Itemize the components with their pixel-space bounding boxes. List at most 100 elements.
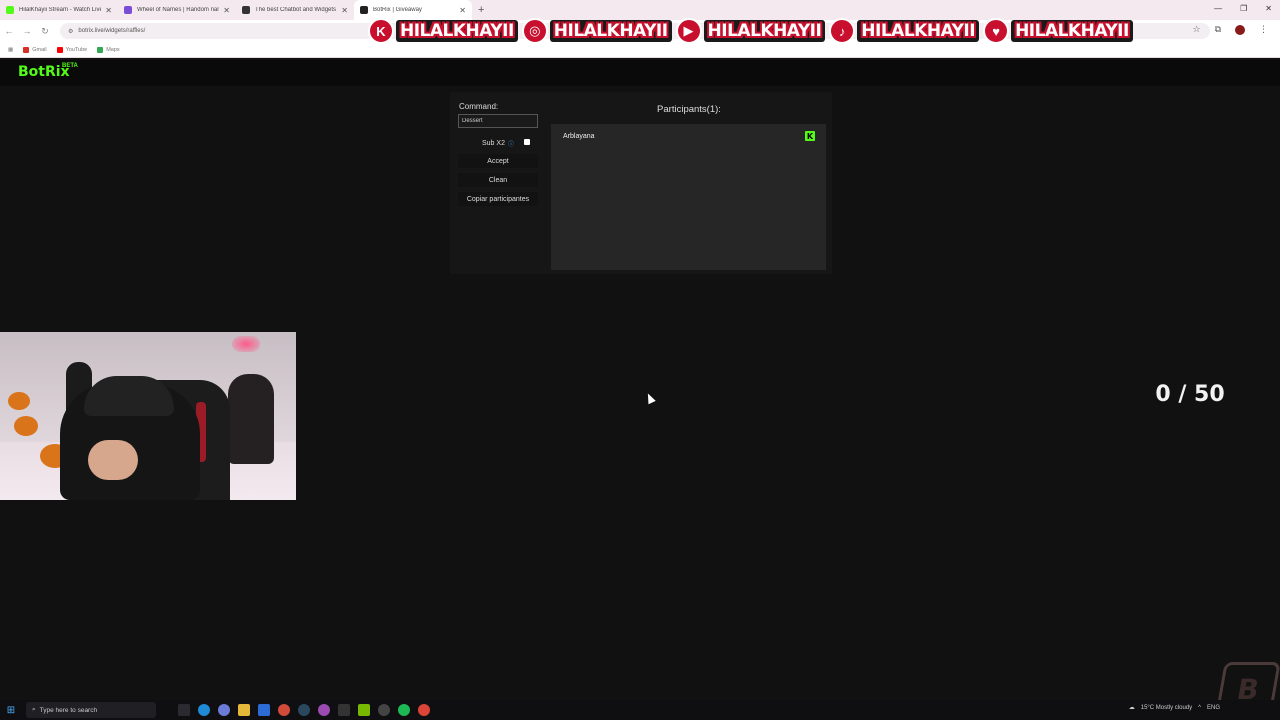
social-handle: HILALKHAYII (1011, 20, 1133, 42)
social-item-tiktok: ♪ HILALKHAYII (829, 18, 980, 44)
extensions-icon[interactable]: ⧉ (1215, 24, 1221, 35)
reload-icon[interactable]: ↻ (36, 26, 54, 37)
weather-icon[interactable]: ☁ (1129, 704, 1135, 711)
site-info-icon[interactable]: ⚙ (68, 28, 73, 35)
task-view-icon[interactable] (178, 704, 190, 716)
accept-button[interactable]: Accept (458, 154, 538, 168)
edge-icon[interactable] (198, 704, 210, 716)
restore-icon[interactable]: ❐ (1240, 4, 1247, 13)
start-icon[interactable]: ⊞ (0, 705, 22, 716)
back-icon[interactable]: ← (0, 26, 18, 36)
tab-label: Wheel of Names | Random name picker (137, 7, 219, 13)
instagram-icon: ◎ (521, 18, 548, 44)
youtube-icon (56, 46, 63, 53)
neon-sign (232, 336, 260, 352)
bookmark-star-icon[interactable]: ☆ (1192, 24, 1200, 35)
gmail-icon (23, 46, 30, 53)
profile-avatar[interactable] (1235, 24, 1245, 35)
youtube-icon: ▶ (675, 18, 702, 44)
file-explorer-icon[interactable] (238, 704, 250, 716)
sub-multiplier-label: Sub X2 (482, 139, 505, 147)
social-handle: HILALKHAYII (857, 20, 980, 42)
apps-icon[interactable]: ▦ (8, 47, 13, 53)
minimize-icon[interactable]: — (1214, 4, 1222, 13)
social-item-twitter: ♥ HILALKHAYII (983, 18, 1133, 44)
kick-icon: K (368, 18, 394, 44)
system-tray: ☁ 15°C Mostly cloudy ^ ENG (1129, 704, 1220, 712)
menu-icon[interactable]: ⋮ (1259, 24, 1268, 35)
social-item-youtube: ▶ HILALKHAYII (675, 18, 826, 44)
app-icon[interactable] (278, 704, 290, 716)
botrix-icon (242, 6, 250, 14)
search-placeholder: Type here to search (39, 706, 98, 714)
list-item[interactable]: Arblayana K (563, 130, 815, 142)
language-indicator[interactable]: ENG (1207, 705, 1220, 711)
tiktok-icon: ♪ (829, 18, 856, 44)
capcut-icon[interactable] (338, 704, 350, 716)
kick-icon: K (805, 131, 815, 141)
browser-tab[interactable]: HilalKhayii Stream - Watch Live ✕ (0, 0, 118, 20)
command-label: Command: (459, 102, 499, 111)
bookmark-label: Gmail (32, 46, 47, 53)
tab-label: BotRix | Giveaway (373, 7, 422, 13)
social-handles-banner: K HILALKHAYII ◎ HILALKHAYII ▶ HILALKHAYI… (368, 14, 1133, 48)
bookmark-youtube[interactable]: YouTube (56, 46, 88, 53)
social-handle: HILALKHAYII (396, 20, 518, 42)
beta-badge: BETA (62, 63, 78, 69)
spotify-icon[interactable] (398, 704, 410, 716)
site-header: BotRix BETA (0, 60, 1280, 86)
info-icon[interactable]: ⓘ (508, 139, 514, 148)
participants-list: Arblayana K (551, 124, 826, 270)
copy-participants-button[interactable]: Copiar participantes (458, 192, 538, 206)
taskbar-apps (178, 704, 430, 716)
bookmark-maps[interactable]: Maps (97, 46, 120, 53)
browser-tab[interactable]: The best Chatbot and Widgets ✕ (236, 0, 354, 20)
bookmark-gmail[interactable]: Gmail (23, 46, 47, 53)
chrome-icon[interactable] (418, 704, 430, 716)
taskbar: ⊞ ⌕ Type here to search ☁ 15°C Mostly cl… (0, 700, 1280, 720)
mouse-cursor (644, 391, 656, 405)
sub-multiplier-checkbox[interactable] (524, 139, 530, 145)
close-icon[interactable]: ✕ (341, 6, 348, 15)
window-controls: — ❐ ✕ (1214, 4, 1272, 13)
witch-decoration (228, 374, 274, 464)
maps-icon (97, 46, 104, 53)
command-input[interactable] (458, 114, 538, 128)
social-handle: HILALKHAYII (703, 20, 826, 42)
url-text: botrix.live/widgets/raffles/ (78, 28, 146, 34)
social-handle: HILALKHAYII (549, 20, 672, 42)
kick-icon (6, 6, 14, 14)
botrix-icon (360, 6, 368, 14)
tray-chevron-icon[interactable]: ^ (1198, 705, 1201, 711)
raffle-counter: 0 / 50 (1155, 382, 1225, 407)
streamer-hands (88, 440, 138, 480)
tab-label: HilalKhayii Stream - Watch Live (19, 7, 102, 13)
twitter-icon: ♥ (983, 18, 1010, 44)
pumpkin-decoration (8, 392, 30, 410)
close-icon[interactable]: ✕ (105, 6, 112, 15)
app-icon[interactable] (378, 704, 390, 716)
copilot-icon[interactable] (218, 704, 230, 716)
clean-button[interactable]: Clean (458, 173, 538, 187)
nvidia-icon[interactable] (358, 704, 370, 716)
streamer-cap (84, 376, 174, 416)
address-bar-actions: ☆ ⧉ ⋮ (1192, 24, 1268, 35)
store-icon[interactable] (258, 704, 270, 716)
pumpkin-decoration (14, 416, 38, 436)
browser-tab[interactable]: Wheel of Names | Random name picker ✕ (118, 0, 236, 20)
obs-icon[interactable] (318, 704, 330, 716)
webcam-feed (0, 332, 296, 500)
raffle-widget: Command: Sub X2 ⓘ Accept Clean Copiar pa… (450, 92, 832, 274)
bookmark-label: YouTube (65, 46, 88, 53)
taskbar-search[interactable]: ⌕ Type here to search (26, 702, 156, 718)
close-icon[interactable]: ✕ (223, 6, 230, 15)
tab-label: The best Chatbot and Widgets (255, 7, 337, 13)
wheel-icon (124, 6, 132, 14)
participant-name: Arblayana (563, 132, 595, 140)
social-item-instagram: ◎ HILALKHAYII (521, 18, 672, 44)
weather-text[interactable]: 15°C Mostly cloudy (1141, 705, 1192, 711)
steam-icon[interactable] (298, 704, 310, 716)
forward-icon[interactable]: → (18, 26, 36, 36)
close-window-icon[interactable]: ✕ (1265, 4, 1272, 13)
participants-title: Participants(1): (657, 104, 721, 115)
